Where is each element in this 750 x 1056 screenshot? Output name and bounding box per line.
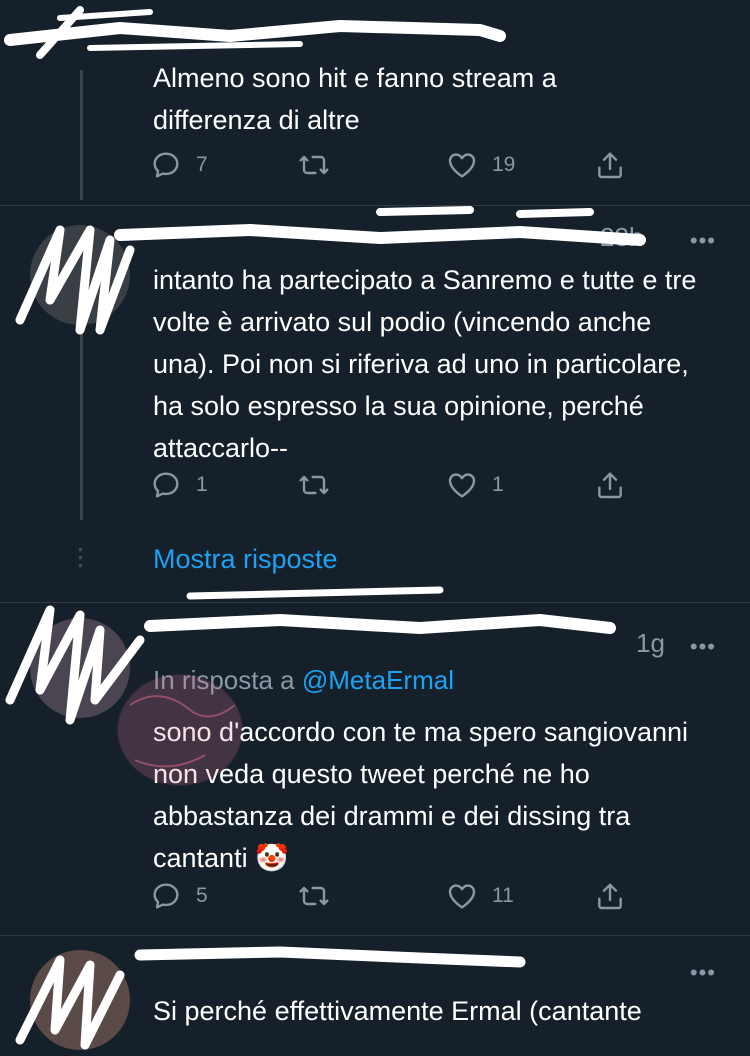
thread-line xyxy=(80,330,83,520)
reply-icon xyxy=(150,469,182,501)
tweet-time: 1g xyxy=(636,628,665,658)
retweet-button[interactable] xyxy=(298,465,330,505)
show-replies-link[interactable]: Mostra risposte xyxy=(153,544,338,575)
reply-count: 7 xyxy=(196,153,208,176)
divider xyxy=(0,205,750,206)
reply-icon xyxy=(150,880,182,912)
tweet-actions: 1 1 xyxy=(150,465,640,505)
reply-button[interactable]: 5 xyxy=(150,876,208,916)
like-count: 11 xyxy=(492,884,514,907)
share-button[interactable] xyxy=(594,465,626,505)
tweet-actions: 5 11 xyxy=(150,876,640,916)
reply-count: 1 xyxy=(196,473,208,496)
divider xyxy=(0,935,750,936)
tweet-text: sono d'accordo con te ma spero sangiovan… xyxy=(153,717,688,873)
avatar[interactable] xyxy=(30,618,130,718)
tweet-text: Si perché effettivamente Ermal (cantante xyxy=(153,996,642,1026)
share-button[interactable] xyxy=(594,145,626,185)
retweet-icon xyxy=(298,469,330,501)
retweet-button[interactable] xyxy=(298,145,330,185)
reply-count: 5 xyxy=(196,884,208,907)
reply-button[interactable]: 1 xyxy=(150,465,208,505)
reply-prefix: In risposta a xyxy=(153,665,295,695)
like-button[interactable]: 11 xyxy=(446,876,514,916)
share-icon xyxy=(594,880,626,912)
reply-icon xyxy=(150,149,182,181)
tweet-actions: 7 19 xyxy=(150,145,640,185)
like-button[interactable]: 19 xyxy=(446,145,515,185)
retweet-icon xyxy=(298,149,330,181)
share-icon xyxy=(594,149,626,181)
like-icon xyxy=(446,469,478,501)
like-button[interactable]: 1 xyxy=(446,465,504,505)
like-icon xyxy=(446,149,478,181)
share-icon xyxy=(594,469,626,501)
dotted-thread-connector: • • • xyxy=(78,541,83,573)
share-button[interactable] xyxy=(594,876,626,916)
avatar[interactable] xyxy=(30,225,130,325)
thread-line xyxy=(80,70,83,200)
tweet-text: intanto ha partecipato a Sanremo e tutte… xyxy=(153,265,697,463)
more-options-button[interactable]: ••• xyxy=(690,634,716,660)
tweet-text: Almeno sono hit e fanno stream a differe… xyxy=(153,63,557,135)
divider xyxy=(0,602,750,603)
retweet-button[interactable] xyxy=(298,876,330,916)
retweet-icon xyxy=(298,880,330,912)
like-count: 19 xyxy=(492,153,516,176)
more-options-button[interactable]: ••• xyxy=(690,960,716,986)
reply-context: In risposta a @MetaErmal xyxy=(153,665,454,696)
avatar[interactable] xyxy=(30,950,130,1050)
like-count: 1 xyxy=(492,473,504,496)
reply-button[interactable]: 7 xyxy=(150,145,208,185)
more-options-button[interactable]: ••• xyxy=(690,228,716,254)
reply-handle-link[interactable]: @MetaErmal xyxy=(302,665,454,695)
tweet-time: 23h xyxy=(600,222,644,252)
like-icon xyxy=(446,880,478,912)
